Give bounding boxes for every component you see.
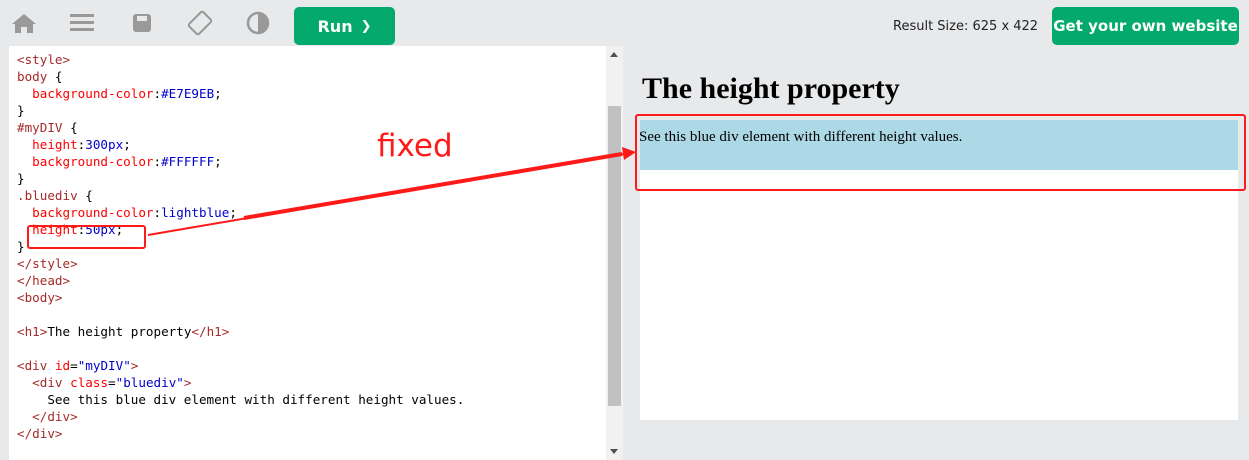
code-editor[interactable]: <style> body { background-color:#E7E9EB;… — [9, 46, 623, 460]
contrast-icon[interactable] — [244, 10, 272, 36]
code-scrollbar[interactable] — [606, 46, 623, 460]
highlight-box-code — [27, 225, 146, 249]
get-own-website-button[interactable]: Get your own website — [1052, 7, 1239, 45]
highlight-box-result — [635, 114, 1246, 191]
chevron-right-icon: ❯ — [360, 18, 372, 34]
menu-icon[interactable] — [68, 10, 96, 36]
rotate-icon[interactable] — [186, 10, 214, 36]
scroll-up-icon[interactable] — [610, 52, 618, 57]
toolbar: Run ❯ Result Size: 625 x 422 Get your ow… — [0, 0, 1249, 46]
result-pane: The height property See this blue div el… — [632, 46, 1249, 460]
scroll-down-icon[interactable] — [610, 449, 618, 454]
pane-divider[interactable] — [623, 46, 632, 460]
annotation-label: fixed — [377, 128, 453, 164]
result-heading: The height property — [642, 72, 900, 105]
home-icon[interactable] — [10, 10, 38, 36]
scroll-thumb[interactable] — [608, 106, 621, 406]
result-size-label: Result Size: 625 x 422 — [893, 19, 1039, 34]
run-label: Run — [317, 16, 353, 36]
run-button[interactable]: Run ❯ — [294, 7, 395, 45]
save-icon[interactable] — [128, 10, 156, 36]
